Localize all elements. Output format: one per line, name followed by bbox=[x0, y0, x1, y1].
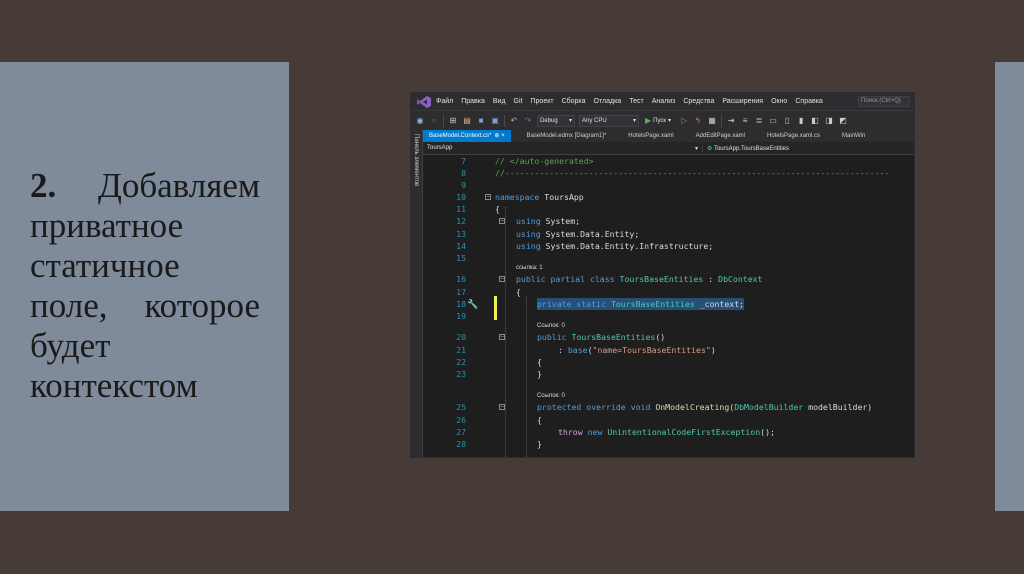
menu-analyze[interactable]: Анализ bbox=[652, 98, 676, 105]
tab-hotelspage-xaml[interactable]: HotelsPage.xaml bbox=[622, 130, 679, 142]
menu-build[interactable]: Сборка bbox=[562, 98, 586, 105]
bookmark-next-icon[interactable]: ◨ bbox=[824, 116, 834, 126]
collapse-icon[interactable]: − bbox=[485, 194, 491, 201]
code-line: 14 using System.Data.Entity.Infrastructur… bbox=[456, 240, 714, 251]
step-icon[interactable]: ⇥ bbox=[726, 116, 736, 126]
document-tabs: BaseModel.Context.cs* ⊕ × BaseModel.edmx … bbox=[423, 130, 914, 142]
slide-number: 2. bbox=[30, 166, 57, 205]
tab-basemodel-context[interactable]: BaseModel.Context.cs* ⊕ × bbox=[423, 130, 511, 142]
slide-line: Добавляем bbox=[97, 166, 260, 205]
bookmark-clear-icon[interactable]: ◩ bbox=[838, 116, 848, 126]
tab-addeditpage-xaml[interactable]: AddEditPage.xaml bbox=[690, 130, 751, 142]
project-dropdown[interactable]: ToursApp ▾ bbox=[423, 144, 703, 152]
redo-icon[interactable]: ↷ bbox=[523, 116, 533, 126]
code-line: 27 throw new UnintentionalCodeFirstExcept… bbox=[456, 426, 775, 437]
configuration-select[interactable]: Debug ▾ bbox=[537, 114, 575, 127]
toolbox-side-panel[interactable]: Панель элементов bbox=[411, 130, 423, 457]
tab-hotelspage-cs[interactable]: HotelsPage.xaml.cs bbox=[761, 130, 826, 142]
code-editor[interactable]: 7// </auto-generated> 8//---------------… bbox=[423, 155, 914, 457]
code-line: 16− public partial class ToursBaseEntitie… bbox=[456, 274, 763, 285]
toolbar-separator bbox=[721, 114, 723, 127]
new-item-icon[interactable]: ⊞ bbox=[448, 116, 458, 126]
undo-icon[interactable]: ↶ bbox=[509, 116, 519, 126]
open-folder-icon[interactable]: ▤ bbox=[462, 116, 472, 126]
code-line: 23} bbox=[456, 368, 542, 379]
menu-file[interactable]: Файл bbox=[436, 98, 453, 105]
menu-help[interactable]: Справка bbox=[795, 98, 822, 105]
slide-line: которое bbox=[144, 286, 260, 325]
tab-basemodel-edmx[interactable]: BaseModel.edmx [Diagram1]* bbox=[521, 130, 613, 142]
search-input[interactable]: Поиск (Ctrl+Q) bbox=[858, 96, 910, 107]
code-line: 25− protected override void OnModelCreati… bbox=[456, 402, 873, 413]
indent-icon[interactable]: ≡ bbox=[740, 116, 750, 126]
code-line: 19 bbox=[456, 310, 466, 321]
navigation-bar: ToursApp ▾ ⚙ ToursApp.ToursBaseEntities bbox=[423, 142, 914, 155]
hot-reload-icon[interactable]: ϟ bbox=[693, 116, 703, 126]
code-line: 21: base("name=ToursBaseEntities") bbox=[456, 344, 716, 355]
save-all-icon[interactable]: ▣ bbox=[490, 116, 500, 126]
save-icon[interactable]: ■ bbox=[476, 116, 486, 126]
collapse-icon[interactable]: − bbox=[499, 276, 505, 283]
comment-icon[interactable]: ▭ bbox=[768, 116, 778, 126]
code-line: 9 bbox=[461, 180, 466, 191]
slide-line: приватное bbox=[30, 206, 184, 245]
slide-text: 2. Добавляем приватное статичное поле, кот… bbox=[30, 166, 260, 406]
codelens-references[interactable]: ссылка: 1 bbox=[423, 264, 914, 274]
toolbar: ◉ ○ ⊞ ▤ ■ ▣ ↶ ↷ Debug ▾ Any CPU ▾ ▶ Пуск ▾ ▷… bbox=[411, 110, 914, 130]
slide-line: контекстом bbox=[30, 366, 198, 405]
menu-view[interactable]: Вид bbox=[493, 98, 506, 105]
visual-studio-logo-icon[interactable] bbox=[417, 95, 431, 108]
collapse-icon[interactable]: − bbox=[499, 404, 505, 411]
visual-studio-window: Файл Правка Вид Git Проект Сборка Отладк… bbox=[410, 92, 915, 458]
uncomment-icon[interactable]: ▯ bbox=[782, 116, 792, 126]
slide-line: статичное bbox=[30, 246, 180, 285]
slide-line: поле, bbox=[30, 286, 108, 325]
back-icon[interactable]: ◉ bbox=[415, 116, 425, 126]
code-line: 17{ bbox=[456, 286, 521, 297]
member-dropdown[interactable]: ⚙ ToursApp.ToursBaseEntities bbox=[703, 145, 789, 152]
code-line: 26{ bbox=[456, 414, 542, 425]
menu-project[interactable]: Проект bbox=[531, 98, 554, 105]
outdent-icon[interactable]: ≣ bbox=[754, 116, 764, 126]
code-line: 28} bbox=[456, 438, 542, 449]
tab-close-icon[interactable]: ⊕ × bbox=[494, 133, 504, 139]
slide-line: будет bbox=[30, 326, 111, 365]
toolbar-separator bbox=[443, 114, 444, 127]
code-line: 8//-------------------------------------… bbox=[461, 168, 890, 179]
play-icon: ▶ bbox=[645, 116, 652, 125]
start-button[interactable]: ▶ Пуск ▾ bbox=[645, 116, 671, 125]
diagnostics-icon[interactable]: ▦ bbox=[707, 116, 717, 126]
code-line: 10− namespace ToursApp bbox=[456, 192, 584, 203]
code-line: 13 using System.Data.Entity; bbox=[456, 228, 640, 239]
menu-debug[interactable]: Отладка bbox=[594, 98, 622, 105]
tab-mainwindow[interactable]: MainWin bbox=[836, 130, 871, 142]
toolbar-separator bbox=[504, 114, 505, 127]
codelens-references[interactable]: Ссылок: 0 bbox=[423, 322, 914, 332]
slide-right-panel bbox=[995, 62, 1024, 511]
code-line: 12− using System; bbox=[456, 216, 581, 227]
code-line: 15 bbox=[456, 252, 466, 263]
bookmark-icon[interactable]: ▮ bbox=[796, 116, 806, 126]
code-line: 22{ bbox=[456, 356, 542, 367]
menu-extensions[interactable]: Расширения bbox=[722, 98, 763, 105]
code-line: 18 🔧 private static ToursBaseEntities _con… bbox=[456, 297, 745, 310]
menu-tools[interactable]: Средства bbox=[683, 98, 714, 105]
bookmark-prev-icon[interactable]: ◧ bbox=[810, 116, 820, 126]
code-line: 20− public ToursBaseEntities() bbox=[456, 332, 666, 343]
forward-icon[interactable]: ○ bbox=[429, 116, 439, 126]
toolbox-label: Панель элементов bbox=[413, 134, 419, 187]
menu-window[interactable]: Окно bbox=[771, 98, 787, 105]
menu-bar: Файл Правка Вид Git Проект Сборка Отладк… bbox=[411, 93, 914, 110]
menu-test[interactable]: Тест bbox=[629, 98, 643, 105]
platform-select[interactable]: Any CPU ▾ bbox=[579, 114, 639, 127]
menu-edit[interactable]: Правка bbox=[461, 98, 485, 105]
run-without-debug-icon[interactable]: ▷ bbox=[679, 116, 689, 126]
collapse-icon[interactable]: − bbox=[499, 218, 505, 225]
code-line: 11{ bbox=[456, 204, 500, 215]
menu-git[interactable]: Git bbox=[514, 98, 523, 105]
codelens-references[interactable]: Ссылок: 0 bbox=[423, 392, 914, 402]
code-line: 7// </auto-generated> bbox=[461, 156, 594, 166]
collapse-icon[interactable]: − bbox=[499, 334, 505, 341]
